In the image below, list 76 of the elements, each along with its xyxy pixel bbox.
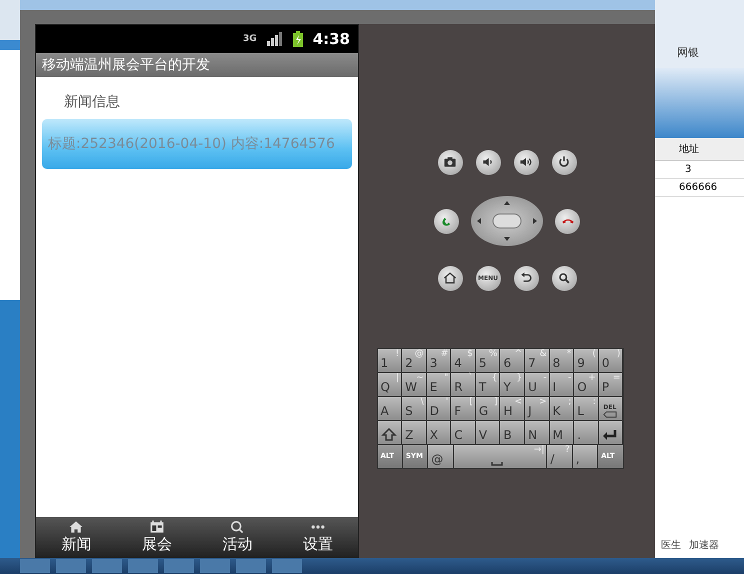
- keyboard-key[interactable]: K ;: [550, 397, 574, 420]
- keyboard-key[interactable]: Z: [402, 421, 426, 444]
- space-icon: [490, 461, 503, 466]
- keyboard-key[interactable]: 4 $: [451, 349, 475, 372]
- camera-icon: [442, 154, 458, 170]
- status-item[interactable]: 加速器: [689, 538, 719, 552]
- shift-icon: [380, 428, 396, 442]
- keyboard-key[interactable]: 5 %: [476, 349, 500, 372]
- call-button[interactable]: [434, 208, 459, 234]
- battery-icon: [292, 31, 303, 47]
- keyboard-key[interactable]: W ~: [402, 373, 426, 396]
- keyboard-key[interactable]: @: [428, 445, 453, 468]
- keyboard-key[interactable]: 8 *: [550, 349, 574, 372]
- power-icon: [556, 154, 572, 170]
- backspace-icon: [602, 411, 618, 418]
- home-icon: [442, 270, 458, 286]
- keyboard-key[interactable]: M: [550, 421, 574, 444]
- search-icon: [556, 270, 572, 286]
- status-item[interactable]: 医生: [661, 538, 681, 552]
- tab[interactable]: 展会: [116, 517, 197, 557]
- keyboard-key[interactable]: H <: [500, 397, 524, 420]
- clock: 4:38: [312, 30, 350, 48]
- enter-key[interactable]: [598, 421, 622, 444]
- toolbar-link[interactable]: 网银: [677, 45, 699, 60]
- keyboard-key[interactable]: X: [426, 421, 450, 444]
- keyboard-key[interactable]: T {: [476, 373, 500, 396]
- keyboard-key[interactable]: S \: [402, 397, 426, 420]
- volume-down-button[interactable]: [476, 150, 500, 174]
- calendar-icon: [148, 519, 166, 535]
- keyboard-key[interactable]: Q |: [378, 373, 402, 396]
- volume-up-button[interactable]: [514, 150, 538, 174]
- home-button[interactable]: [438, 266, 462, 290]
- keyboard-key[interactable]: A: [378, 397, 402, 420]
- keyboard-key[interactable]: 6 ^: [500, 349, 524, 372]
- keyboard-key[interactable]: 0 ): [598, 349, 622, 372]
- keyboard-key[interactable]: G ]: [476, 397, 500, 420]
- keyboard-key[interactable]: L :: [574, 397, 598, 420]
- keyboard-key[interactable]: I -: [550, 373, 574, 396]
- keyboard-key[interactable]: 7 &: [525, 349, 549, 372]
- camera-button[interactable]: [438, 150, 462, 174]
- app-title: 移动端温州展会平台的开发: [36, 53, 358, 77]
- keyboard-key[interactable]: U -: [525, 373, 549, 396]
- keyboard-key[interactable]: 3 #: [426, 349, 450, 372]
- keyboard-key[interactable]: C: [451, 421, 475, 444]
- keyboard-key[interactable]: F [: [451, 397, 475, 420]
- power-button[interactable]: [552, 150, 576, 174]
- keyboard-key[interactable]: E ": [426, 373, 450, 396]
- table-cell: 3: [655, 161, 744, 179]
- end-call-button[interactable]: [555, 208, 580, 234]
- keyboard-key[interactable]: B: [500, 421, 524, 444]
- keyboard-key[interactable]: N: [525, 421, 549, 444]
- table-cell: 666666: [655, 179, 744, 197]
- enter-icon: [602, 428, 618, 442]
- keyboard-key[interactable]: .: [574, 421, 598, 444]
- keyboard-key[interactable]: O +: [574, 373, 598, 396]
- table-header: 地址: [655, 138, 744, 161]
- keyboard-key[interactable]: 1 !: [378, 349, 402, 372]
- keyboard-key[interactable]: D ': [426, 397, 450, 420]
- signal-icon: [266, 32, 283, 46]
- keyboard-key[interactable]: Y }: [500, 373, 524, 396]
- section-title: 新闻信息: [63, 93, 121, 112]
- keyboard-key[interactable]: R `: [451, 373, 475, 396]
- keyboard-key[interactable]: 9 (: [574, 349, 598, 372]
- network-type: 3G: [243, 34, 257, 44]
- back-button[interactable]: [514, 266, 538, 290]
- keyboard-key[interactable]: 2 @: [402, 349, 426, 372]
- keyboard-key[interactable]: P =: [598, 373, 622, 396]
- tab[interactable]: 活动: [197, 517, 278, 557]
- shift-key[interactable]: [378, 421, 402, 444]
- tab[interactable]: 设置: [278, 517, 358, 557]
- keyboard-key[interactable]: ,: [572, 445, 598, 468]
- keyboard-key[interactable]: / ?: [547, 445, 572, 468]
- tab[interactable]: 新闻: [36, 517, 116, 557]
- keyboard-key[interactable]: V: [476, 421, 500, 444]
- keyboard-key[interactable]: J >: [525, 397, 549, 420]
- search-button[interactable]: [552, 266, 576, 290]
